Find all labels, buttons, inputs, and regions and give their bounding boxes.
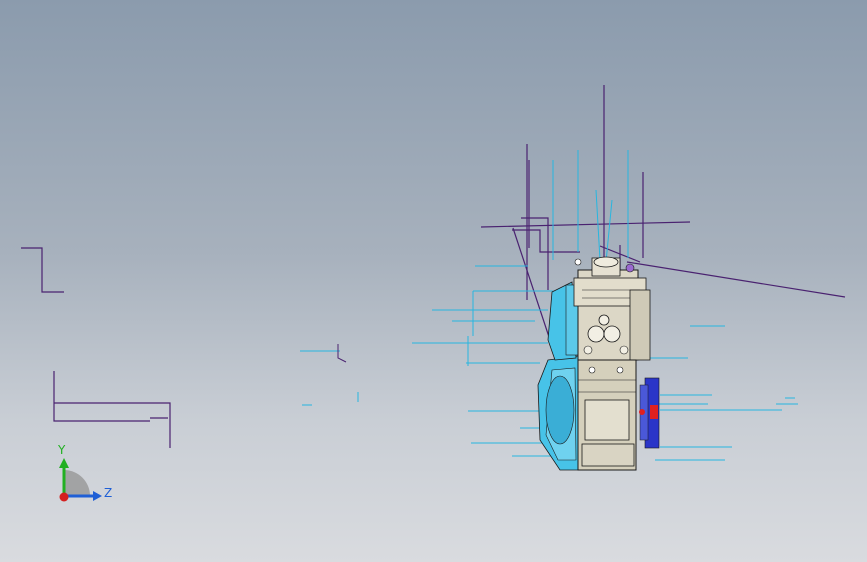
x-axis-dot-icon	[59, 492, 69, 502]
stray-sketch-middle	[300, 344, 359, 406]
cad-scene[interactable]	[0, 0, 867, 562]
z-axis-label: Z	[104, 486, 113, 500]
triad-quadrant-icon	[64, 470, 90, 496]
reference-lines-purple	[480, 85, 846, 341]
z-axis-arrow-icon	[93, 491, 102, 501]
orientation-triad: Y Z	[40, 438, 120, 508]
y-axis-label: Y	[58, 443, 66, 457]
graphics-viewport[interactable]: Y Z	[0, 0, 867, 562]
engine-assembly[interactable]	[537, 256, 660, 471]
y-axis-arrow-icon	[59, 458, 69, 468]
stray-sketch-left	[21, 247, 171, 448]
